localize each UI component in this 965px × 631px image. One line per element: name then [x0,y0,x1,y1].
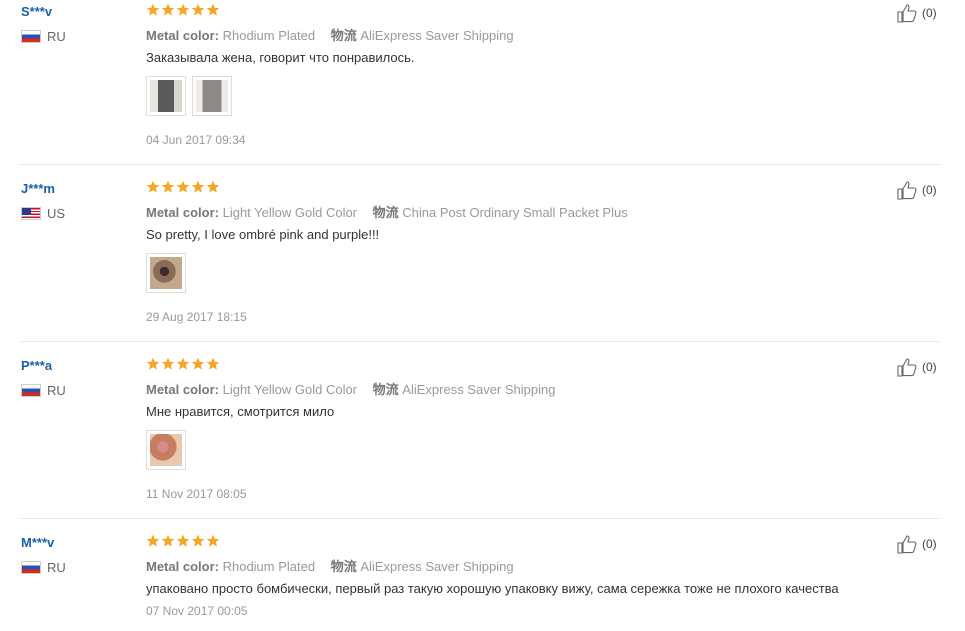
review-photos [146,430,186,470]
star-icon [206,3,220,16]
review-date: 29 Aug 2017 18:15 [146,310,247,324]
star-icon [176,180,190,193]
metal-color-value: Light Yellow Gold Color [222,205,358,220]
reviewer-country: RU [21,29,66,44]
star-icon [146,534,160,547]
metal-color-value: Light Yellow Gold Color [222,382,358,397]
review-date: 04 Jun 2017 09:34 [146,133,246,147]
star-icon [146,3,160,16]
review-photo-thumbnail[interactable] [146,76,186,116]
star-rating [146,357,220,371]
helpful-button[interactable]: (0) [897,3,937,23]
star-icon [191,3,205,16]
country-code: RU [47,29,66,44]
shipping-value: AliExpress Saver Shipping [360,559,514,574]
star-icon [176,357,190,370]
metal-color-label: Metal color: [146,559,219,574]
helpful-count: (0) [922,183,937,197]
review-attributes: Metal color: Light Yellow Gold Color 物流 … [146,379,555,398]
thumbs-up-icon [897,358,917,377]
star-icon [161,3,175,16]
thumbs-up-icon [897,4,917,23]
thumbs-up-icon [897,181,917,200]
shipping-value: China Post Ordinary Small Packet Plus [402,205,628,220]
star-icon [161,357,175,370]
reviewer-country: RU [21,383,66,398]
star-rating [146,180,220,194]
reviewer-name[interactable]: S***v [21,4,52,19]
review-item: P***a RU Metal color: Light Yellow Gold … [0,354,965,531]
star-icon [191,180,205,193]
review-date: 07 Nov 2017 00:05 [146,604,248,618]
metal-color-value: Rhodium Plated [222,28,316,43]
flag-us-icon [21,207,41,220]
star-icon [206,534,220,547]
star-icon [161,180,175,193]
shipping-label: 物流 [372,205,399,220]
helpful-count: (0) [922,537,937,551]
review-attributes: Metal color: Light Yellow Gold Color 物流 … [146,202,628,221]
star-icon [161,534,175,547]
review-date: 11 Nov 2017 08:05 [146,487,247,501]
review-photo-thumbnail[interactable] [146,430,186,470]
star-rating [146,534,220,548]
shipping-label: 物流 [372,382,399,397]
country-code: RU [47,560,66,575]
star-icon [206,357,220,370]
review-attributes: Metal color: Rhodium Plated 物流 AliExpres… [146,25,514,44]
star-icon [146,357,160,370]
star-icon [146,180,160,193]
helpful-count: (0) [922,6,937,20]
reviewer-name[interactable]: M***v [21,535,54,550]
country-code: RU [47,383,66,398]
helpful-button[interactable]: (0) [897,180,937,200]
helpful-count: (0) [922,360,937,374]
star-rating [146,3,220,17]
reviewer-country: RU [21,560,66,575]
reviewer-name[interactable]: J***m [21,181,55,196]
review-divider [20,164,940,165]
flag-ru-icon [21,561,41,574]
review-attributes: Metal color: Rhodium Plated 物流 AliExpres… [146,556,514,575]
shipping-value: AliExpress Saver Shipping [360,28,514,43]
review-text: Мне нравится, смотрится мило [146,404,335,419]
metal-color-label: Metal color: [146,205,219,220]
review-text: упаковано просто бомбически, первый раз … [146,581,839,596]
flag-ru-icon [21,384,41,397]
reviewer-name[interactable]: P***a [21,358,52,373]
review-photo-thumbnail[interactable] [192,76,232,116]
review-divider [20,518,940,519]
shipping-label: 物流 [330,28,357,43]
review-item: S***v RU Metal color: Rhodium Plated 物流 … [0,0,965,177]
star-icon [191,357,205,370]
country-code: US [47,206,66,221]
review-photos [146,76,232,116]
review-divider [20,341,940,342]
flag-ru-icon [21,30,41,43]
star-icon [176,534,190,547]
review-text: So pretty, I love ombré pink and purple!… [146,227,380,242]
star-icon [191,534,205,547]
helpful-button[interactable]: (0) [897,534,937,554]
metal-color-value: Rhodium Plated [222,559,316,574]
metal-color-label: Metal color: [146,382,219,397]
shipping-value: AliExpress Saver Shipping [402,382,556,397]
metal-color-label: Metal color: [146,28,219,43]
review-photos [146,253,186,293]
helpful-button[interactable]: (0) [897,357,937,377]
star-icon [176,3,190,16]
thumbs-up-icon [897,535,917,554]
review-photo-thumbnail[interactable] [146,253,186,293]
review-text: Заказывала жена, говорит что понравилось… [146,50,415,65]
shipping-label: 物流 [330,559,357,574]
review-item: J***m US Metal color: Light Yellow Gold … [0,177,965,354]
star-icon [206,180,220,193]
reviewer-country: US [21,206,65,221]
review-item: M***v RU Metal color: Rhodium Plated 物流 … [0,531,965,631]
